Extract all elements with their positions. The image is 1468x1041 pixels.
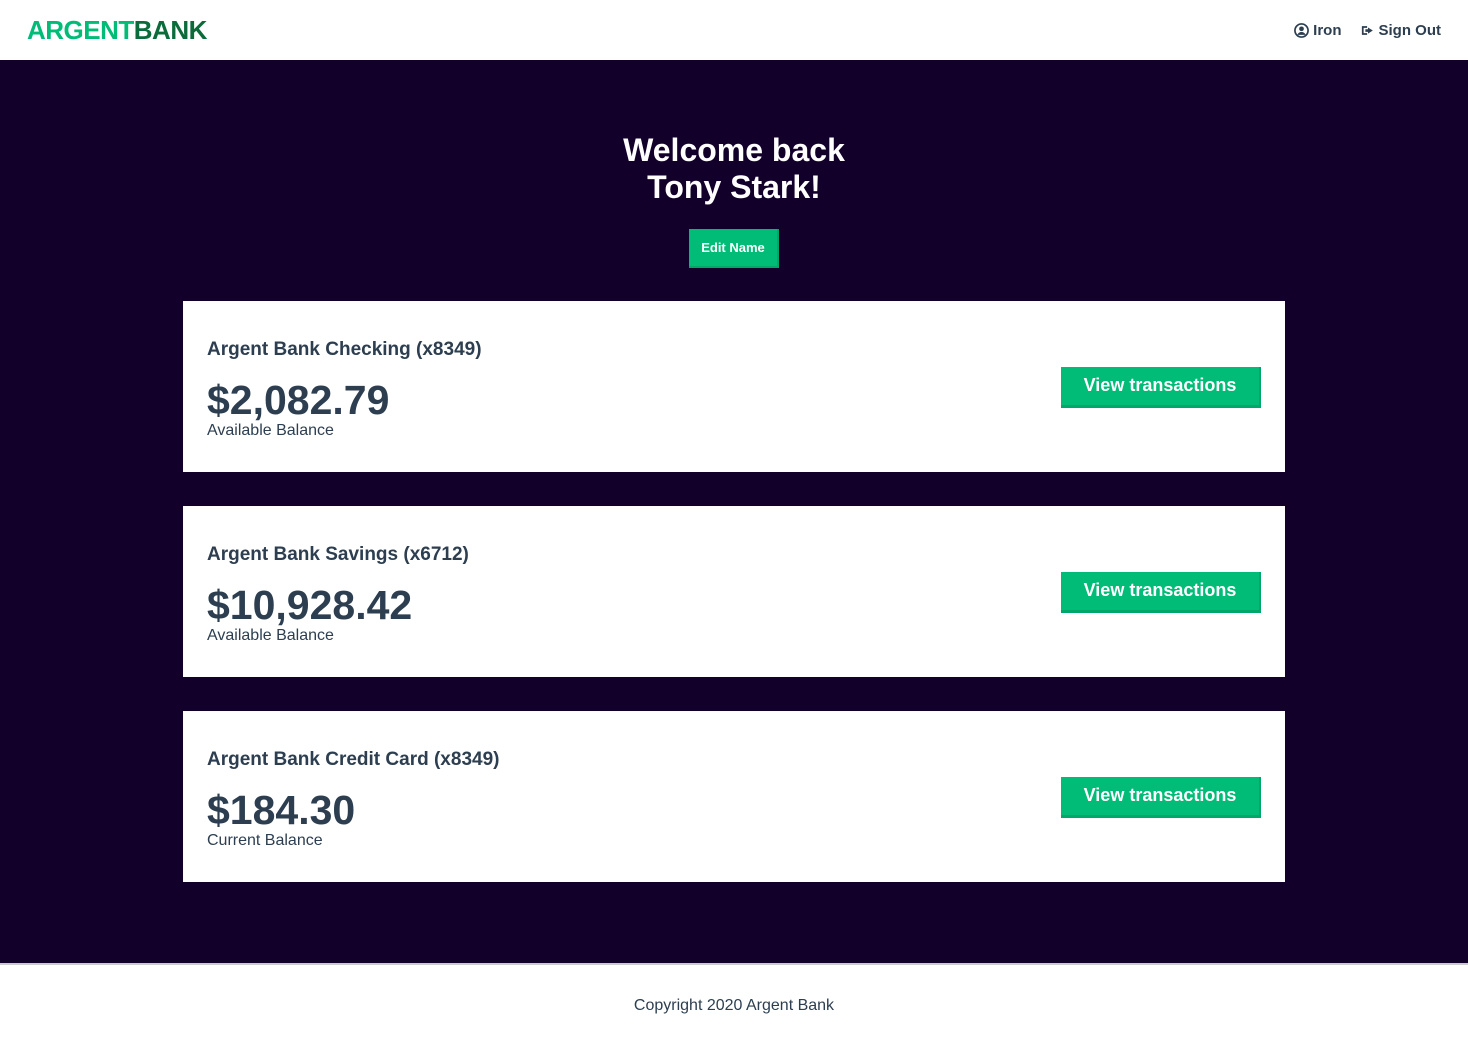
account-title: Argent Bank Checking (x8349) bbox=[207, 339, 482, 360]
accounts-list: Argent Bank Checking (x8349) $2,082.79 A… bbox=[183, 301, 1285, 882]
view-transactions-button[interactable]: View transactions bbox=[1061, 571, 1261, 613]
account-info: Argent Bank Savings (x6712) $10,928.42 A… bbox=[207, 538, 469, 645]
sign-out-link[interactable]: Sign Out bbox=[1361, 21, 1442, 39]
view-transactions-button[interactable]: View transactions bbox=[1061, 776, 1261, 818]
logo-text-argent: ARGENT bbox=[27, 14, 134, 45]
account-amount: $2,082.79 bbox=[207, 377, 390, 423]
account-info: Argent Bank Credit Card (x8349) $184.30 … bbox=[207, 743, 499, 850]
account-balance-label: Available Balance bbox=[207, 627, 334, 644]
account-balance-label: Current Balance bbox=[207, 832, 323, 849]
account-card-checking: Argent Bank Checking (x8349) $2,082.79 A… bbox=[183, 301, 1285, 472]
copyright-text: Copyright 2020 Argent Bank bbox=[633, 997, 835, 1014]
main-content: Welcome back Tony Stark! Edit Name Argen… bbox=[0, 60, 1468, 963]
account-balance-label: Available Balance bbox=[207, 422, 334, 439]
account-card-savings: Argent Bank Savings (x6712) $10,928.42 A… bbox=[183, 506, 1285, 677]
welcome-line-1: Welcome back bbox=[623, 132, 845, 168]
account-amount: $184.30 bbox=[207, 787, 356, 833]
view-transactions-button[interactable]: View transactions bbox=[1061, 366, 1261, 408]
user-circle-icon bbox=[1294, 22, 1310, 38]
sign-out-icon bbox=[1361, 24, 1375, 37]
account-card-credit: Argent Bank Credit Card (x8349) $184.30 … bbox=[183, 711, 1285, 882]
edit-name-wrapper: Edit Name bbox=[0, 229, 1468, 268]
main-nav: ARGENT BANK Iron Sign Out bbox=[0, 0, 1468, 60]
account-title: Argent Bank Credit Card (x8349) bbox=[207, 749, 500, 770]
account-info: Argent Bank Checking (x8349) $2,082.79 A… bbox=[207, 333, 482, 440]
logo-link[interactable]: ARGENT BANK bbox=[27, 15, 207, 46]
account-amount: $10,928.42 bbox=[207, 582, 413, 628]
welcome-line-2: Tony Stark! bbox=[647, 169, 821, 205]
page-footer: Copyright 2020 Argent Bank bbox=[0, 963, 1468, 1041]
edit-name-button[interactable]: Edit Name bbox=[689, 229, 779, 268]
welcome-header: Welcome back Tony Stark! bbox=[0, 132, 1468, 206]
sign-out-label: Sign Out bbox=[1378, 21, 1442, 39]
user-profile-link[interactable]: Iron bbox=[1294, 21, 1342, 39]
nav-user-area: Iron Sign Out bbox=[1294, 22, 1441, 39]
logo-text-bank: BANK bbox=[133, 14, 208, 45]
user-name-label: Iron bbox=[1313, 21, 1342, 39]
account-title: Argent Bank Savings (x6712) bbox=[207, 544, 469, 565]
